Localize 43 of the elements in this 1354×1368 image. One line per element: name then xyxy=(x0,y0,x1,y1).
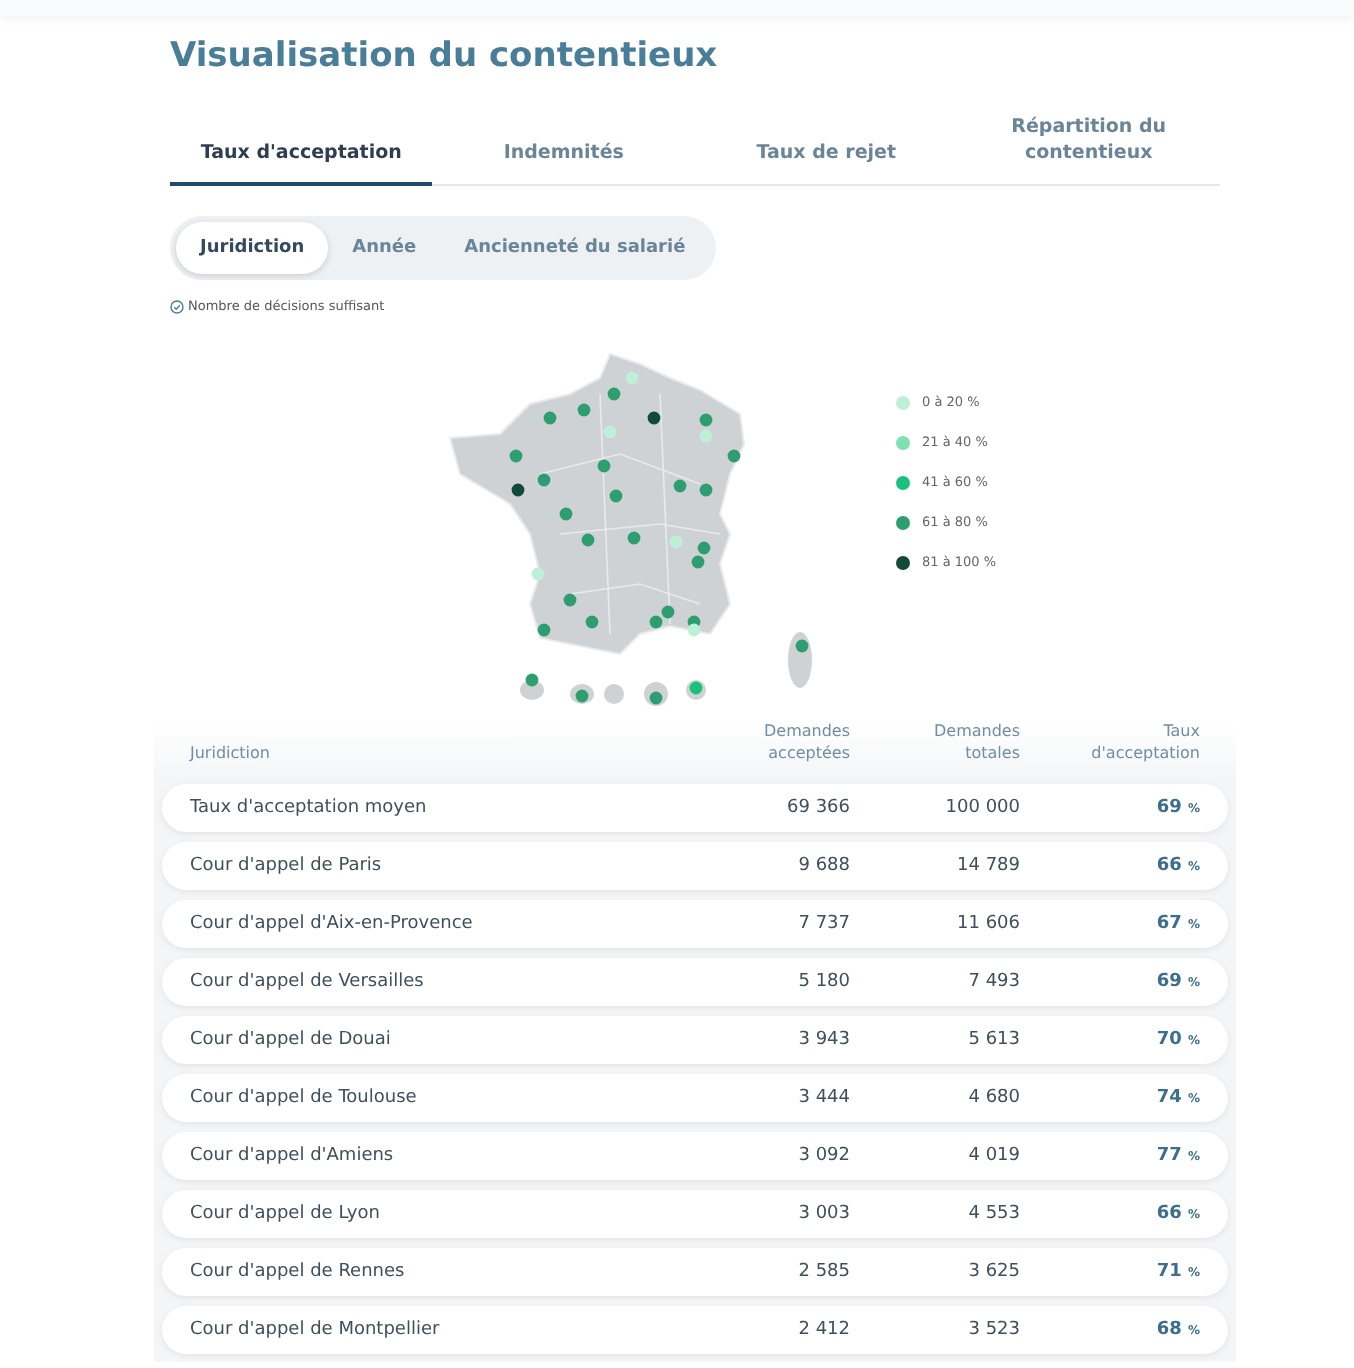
table-cell-text: 3 943 xyxy=(796,1029,850,1050)
table-cell-text: 5 613 xyxy=(966,1029,1020,1050)
tab[interactable]: Répartition du contentieux xyxy=(957,120,1220,186)
table-cell-text: Cour d'appel de Rennes xyxy=(190,1261,407,1282)
table-cell-text: 69 366 xyxy=(785,797,850,818)
table-cell-text: 5 180 xyxy=(796,971,850,992)
table-cell-text: Cour d'appel de Douai xyxy=(190,1029,393,1050)
table-cell-text: 3 444 xyxy=(796,1087,850,1108)
table-cell-text: 3 625 xyxy=(966,1261,1020,1282)
segment-button[interactable]: Année xyxy=(328,222,441,274)
table-cell-text: Cour d'appel d'Aix-en-Provence xyxy=(190,913,475,934)
table-cell-text: Cour d'appel d'Amiens xyxy=(190,1145,396,1166)
table-cell-text: Cour d'appel de Montpellier xyxy=(190,1319,442,1340)
table-cell-text: 2 585 xyxy=(796,1261,850,1282)
column-header: Demandes acceptées xyxy=(761,722,850,766)
segment-button[interactable]: Juridiction xyxy=(176,222,329,274)
column-header: Taux d'acceptation xyxy=(1089,722,1200,766)
table-cell-text: Cour d'appel de Toulouse xyxy=(190,1087,419,1108)
table-cell-text: 11 606 xyxy=(955,913,1020,934)
segment-button[interactable]: Ancienneté du salarié xyxy=(440,222,710,274)
table-cell-text: 14 789 xyxy=(955,855,1020,876)
table-cell-text: 3 523 xyxy=(966,1319,1020,1340)
table-cell-text: 9 688 xyxy=(796,855,850,876)
tab[interactable]: Taux de rejet xyxy=(695,120,958,186)
table-cell-text: 4 553 xyxy=(966,1203,1020,1224)
table-cell-text: Taux d'acceptation moyen xyxy=(190,797,429,818)
table-cell-text: 3 092 xyxy=(796,1145,850,1166)
table-cell-text: Cour d'appel de Versailles xyxy=(190,971,426,992)
column-header: Demandes totales xyxy=(931,722,1020,766)
column-header: Juridiction xyxy=(190,743,270,766)
table-cell-text: 100 000 xyxy=(943,797,1020,818)
table-cell-text: 2 412 xyxy=(796,1319,850,1340)
table-cell-text: Cour d'appel de Paris xyxy=(190,855,384,876)
table-cell-text: Cour d'appel de Lyon xyxy=(190,1203,382,1224)
page-title: Visualisation du contentieux xyxy=(170,36,720,76)
tab[interactable]: Taux d'acceptation xyxy=(170,120,433,186)
table-cell-text: 3 003 xyxy=(796,1203,850,1224)
table-cell-text: 7 493 xyxy=(966,971,1020,992)
tab[interactable]: Indemnités xyxy=(432,120,695,186)
table-cell-text: 4 680 xyxy=(966,1087,1020,1108)
check-circle-icon xyxy=(170,299,184,313)
table-cell-text: 7 737 xyxy=(796,913,850,934)
table-cell-text: 4 019 xyxy=(966,1145,1020,1166)
